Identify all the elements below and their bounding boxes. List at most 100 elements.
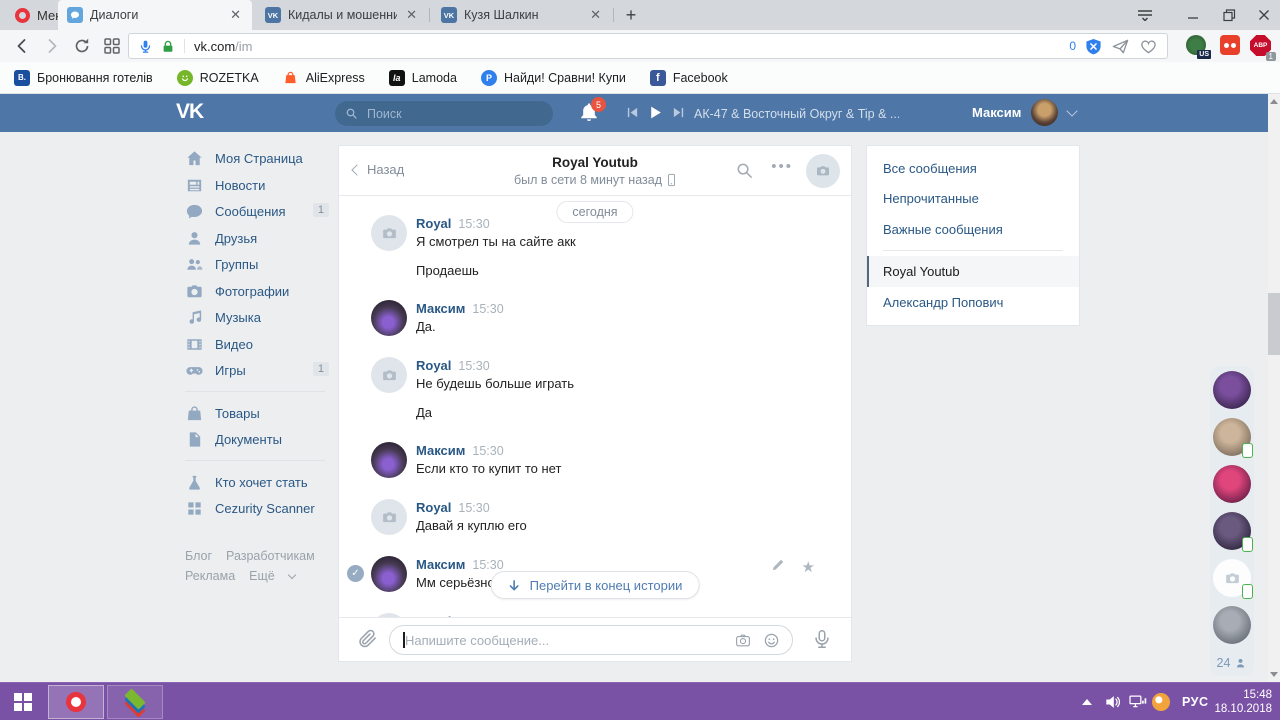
- browser-tab[interactable]: Диалоги ✕: [58, 0, 252, 30]
- message-avatar[interactable]: [371, 357, 407, 393]
- browser-tab[interactable]: VK Кузя Шалкин ✕: [432, 0, 612, 30]
- bookmark-heart-icon[interactable]: [1139, 37, 1158, 56]
- friends-count[interactable]: 24: [1217, 656, 1248, 670]
- tray-volume-button[interactable]: [1103, 683, 1123, 720]
- attach-button[interactable]: [356, 628, 379, 651]
- taskbar-opera-button[interactable]: [48, 685, 104, 719]
- secure-lock-icon[interactable]: [161, 39, 175, 54]
- back-button[interactable]: [12, 36, 32, 56]
- search-input[interactable]: [365, 105, 525, 122]
- start-button[interactable]: [0, 683, 46, 720]
- reload-button[interactable]: [72, 36, 92, 56]
- filter-item[interactable]: Непрочитанные: [867, 184, 1079, 215]
- sidebar-item-games[interactable]: Игры 1: [185, 361, 335, 381]
- language-indicator[interactable]: РУС: [1182, 683, 1208, 720]
- page-scrollbar[interactable]: [1268, 94, 1280, 682]
- speed-dial-button[interactable]: [102, 36, 122, 56]
- voice-message-button[interactable]: [811, 628, 833, 650]
- message-avatar[interactable]: [371, 300, 407, 336]
- scroll-to-end-button[interactable]: Перейти в конец истории: [490, 571, 700, 599]
- message-avatar[interactable]: [371, 215, 407, 251]
- chat-list-item[interactable]: Александр Попович: [867, 287, 1079, 318]
- footer-link[interactable]: Разработчикам: [226, 549, 315, 563]
- message-author[interactable]: Максим: [416, 557, 465, 572]
- music-play-button[interactable]: [648, 105, 663, 120]
- message-avatar[interactable]: [371, 556, 407, 592]
- friend-avatar[interactable]: [1213, 512, 1253, 552]
- url-host[interactable]: vk.com: [194, 39, 235, 54]
- message-author[interactable]: Royal: [416, 358, 451, 373]
- scrollbar-thumb[interactable]: [1268, 293, 1280, 355]
- message-author[interactable]: Royal: [416, 216, 451, 231]
- sidebar-item-flask[interactable]: Кто хочет стать: [185, 473, 335, 493]
- sidebar-item-friends[interactable]: Друзья: [185, 229, 335, 249]
- filter-item[interactable]: Все сообщения: [867, 153, 1079, 184]
- message-input[interactable]: [390, 626, 792, 654]
- friend-avatar[interactable]: [1213, 606, 1251, 644]
- browser-tab[interactable]: VK Кидалы и мошенники в В ✕: [256, 0, 428, 30]
- message-avatar[interactable]: [371, 499, 407, 535]
- friend-avatar[interactable]: [1213, 418, 1253, 458]
- message-author[interactable]: Максим: [416, 301, 465, 316]
- tab-close-button[interactable]: ✕: [404, 7, 419, 23]
- chat-more-button[interactable]: •••: [771, 158, 793, 175]
- sidebar-item-music[interactable]: Музыка: [185, 308, 335, 328]
- minimize-button[interactable]: [1176, 0, 1210, 30]
- now-playing-track[interactable]: АК-47 & Восточный Округ & Tip & ...: [694, 107, 899, 121]
- star-message-icon[interactable]: ★: [802, 558, 815, 576]
- sidebar-item-photos[interactable]: Фотографии: [185, 282, 335, 302]
- taskbar-clock[interactable]: 15:48 18.10.2018: [1212, 683, 1272, 720]
- bookmark-item[interactable]: ROZETKA: [176, 69, 259, 86]
- vk-search[interactable]: [335, 101, 553, 126]
- bookmark-item[interactable]: P Найди! Сравни! Купи: [480, 69, 626, 86]
- notifications-button[interactable]: 5: [578, 97, 606, 125]
- sidebar-item-market[interactable]: Товары: [185, 404, 335, 424]
- music-prev-button[interactable]: [626, 106, 639, 119]
- close-button[interactable]: [1248, 0, 1280, 30]
- bookmark-item[interactable]: f Facebook: [649, 69, 728, 86]
- tab-close-button[interactable]: ✕: [588, 7, 603, 23]
- chat-partner-avatar[interactable]: [806, 154, 840, 188]
- address-bar[interactable]: vk.com /im 0: [128, 33, 1168, 59]
- sidebar-item-docs[interactable]: Документы: [185, 430, 335, 450]
- friend-avatar[interactable]: [1213, 465, 1251, 503]
- tray-app-button[interactable]: [1152, 683, 1170, 720]
- sidebar-item-home[interactable]: Моя Страница: [185, 149, 335, 169]
- sidebar-item-video[interactable]: Видео: [185, 335, 335, 355]
- message-field[interactable]: [389, 625, 793, 655]
- new-tab-button[interactable]: +: [618, 3, 644, 27]
- share-flow-icon[interactable]: [1111, 37, 1130, 56]
- extension-adblock[interactable]: ABP 1: [1250, 35, 1276, 61]
- message-avatar[interactable]: [371, 442, 407, 478]
- filter-item[interactable]: Важные сообщения: [867, 214, 1079, 245]
- scrollbar-up-arrow[interactable]: [1270, 99, 1278, 104]
- edit-message-icon[interactable]: [771, 558, 785, 572]
- sidebar-item-appgrid[interactable]: Cezurity Scanner: [185, 499, 335, 519]
- voice-search-icon[interactable]: [138, 38, 153, 55]
- taskbar-bluestacks-button[interactable]: [107, 685, 163, 719]
- tab-close-button[interactable]: ✕: [228, 7, 243, 23]
- vk-logo[interactable]: VK: [176, 100, 204, 124]
- footer-link[interactable]: Ещё: [249, 569, 275, 583]
- extension-red[interactable]: [1220, 35, 1242, 57]
- shield-blocker-icon[interactable]: [1085, 38, 1102, 55]
- selected-check-icon[interactable]: ✓: [347, 565, 364, 582]
- tray-show-hidden-button[interactable]: [1082, 683, 1092, 720]
- restore-button[interactable]: [1212, 0, 1246, 30]
- tab-menu-button[interactable]: [1128, 0, 1162, 30]
- bookmark-item[interactable]: B. Бронювання готелів: [14, 69, 153, 86]
- extension-vpn-us[interactable]: US: [1186, 35, 1211, 59]
- bookmark-item[interactable]: AliExpress: [283, 70, 365, 86]
- user-menu[interactable]: Максим: [972, 99, 1079, 126]
- message-author[interactable]: Максим: [416, 443, 465, 458]
- music-next-button[interactable]: [672, 106, 685, 119]
- photo-attach-button[interactable]: [734, 632, 752, 649]
- friend-avatar[interactable]: [1213, 371, 1251, 409]
- emoji-button[interactable]: [763, 632, 780, 649]
- footer-link[interactable]: Блог: [185, 549, 212, 563]
- friend-avatar[interactable]: [1213, 559, 1253, 599]
- sidebar-item-groups[interactable]: Группы: [185, 255, 335, 275]
- message-author[interactable]: Royal: [416, 500, 451, 515]
- tray-network-button[interactable]: [1127, 683, 1148, 720]
- chat-list-item[interactable]: Royal Youtub: [867, 255, 1079, 287]
